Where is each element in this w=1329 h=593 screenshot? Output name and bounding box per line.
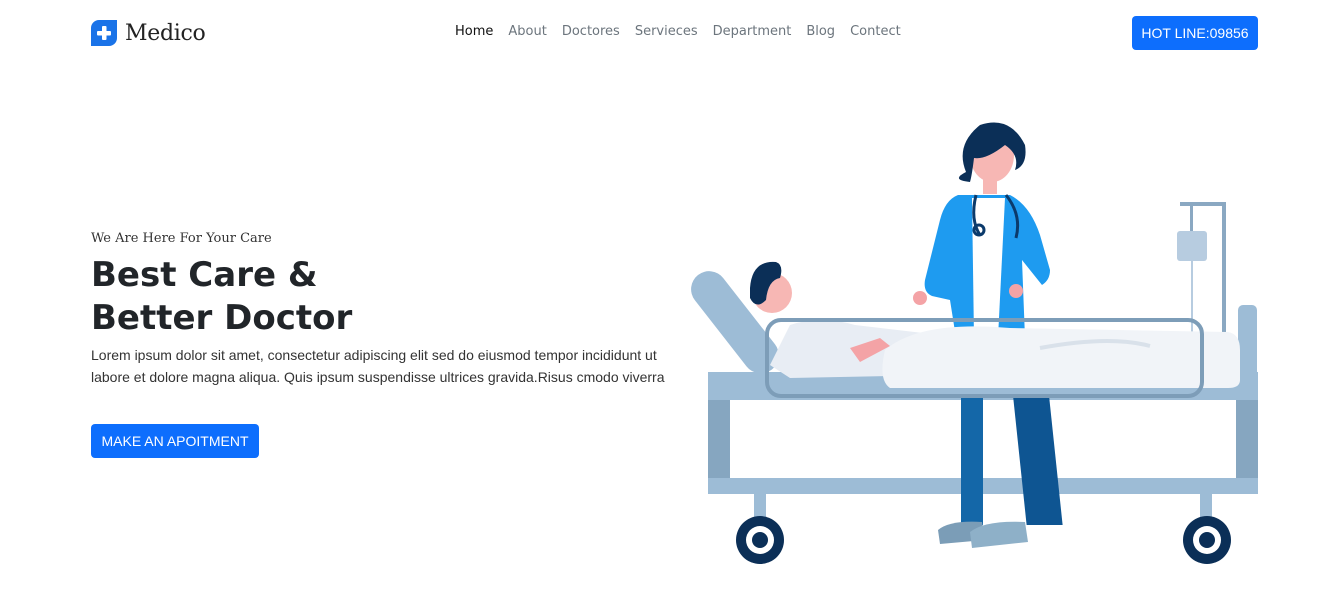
brand-name: Medico xyxy=(125,20,206,46)
main-nav: Home About Doctores Servieces Department… xyxy=(455,24,901,39)
medical-cross-icon xyxy=(91,20,117,46)
nav-contect[interactable]: Contect xyxy=(850,24,901,39)
doctor-legs xyxy=(938,395,1063,548)
hero-title-line2: Better Doctor xyxy=(91,298,353,338)
hero-title-line1: Best Care & xyxy=(91,255,318,295)
make-appointment-button[interactable]: MAKE AN APOITMENT xyxy=(91,424,259,458)
doctor-figure xyxy=(913,122,1050,338)
nav-servieces[interactable]: Servieces xyxy=(635,24,698,39)
brand-logo[interactable]: Medico xyxy=(91,18,206,48)
nav-about[interactable]: About xyxy=(508,24,546,39)
doctor-patient-illustration xyxy=(691,122,1258,564)
nav-department[interactable]: Department xyxy=(713,24,792,39)
nav-doctores[interactable]: Doctores xyxy=(562,24,620,39)
hotline-button[interactable]: HOT LINE:09856 xyxy=(1132,16,1258,50)
nav-home[interactable]: Home xyxy=(455,24,493,39)
hero-eyebrow: We Are Here For Your Care xyxy=(91,231,272,246)
nav-blog[interactable]: Blog xyxy=(806,24,835,39)
hero-title: Best Care & Better Doctor xyxy=(91,254,352,340)
hero-description: Lorem ipsum dolor sit amet, consectetur … xyxy=(91,347,665,385)
